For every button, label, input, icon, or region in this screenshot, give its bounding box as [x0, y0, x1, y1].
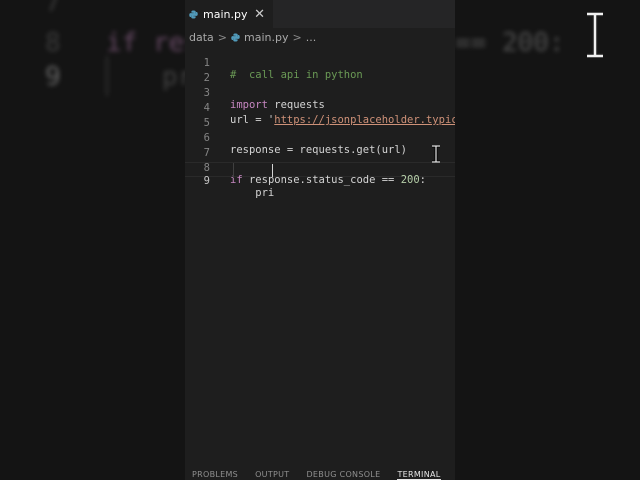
breadcrumb-more[interactable]: ...	[306, 31, 317, 44]
breadcrumb: data > main.py > ...	[189, 29, 316, 45]
code-line: 3 import requests	[185, 75, 455, 111]
code-line: 4 url = 'https://jsonplaceholder.typicod…	[185, 90, 455, 126]
chevron-right-icon: >	[217, 30, 227, 44]
bg-line-number: 8	[45, 28, 61, 58]
breadcrumb-file[interactable]: main.py	[244, 31, 288, 44]
bg-line-number: 7	[45, 0, 61, 18]
code-line-active: 9 pri	[185, 163, 455, 199]
python-file-icon	[189, 9, 198, 19]
tab-bar: main.py ✕	[185, 0, 455, 28]
tab-output[interactable]: OUTPUT	[255, 468, 289, 480]
code-line: 7	[185, 135, 455, 159]
tab-debug-console[interactable]: DEBUG CONSOLE	[306, 468, 380, 480]
breadcrumb-folder[interactable]: data	[189, 31, 214, 44]
code-text: pri	[230, 187, 275, 199]
bg-indent-guide	[106, 56, 108, 96]
bg-code-line-8-tail: == 200:	[455, 28, 565, 58]
tab-terminal[interactable]: TERMINAL	[397, 468, 441, 480]
code-editor: main.py ✕ data > main.py > ... 1 # call …	[185, 0, 455, 480]
code-line: 6 response = requests.get(url)	[185, 120, 455, 156]
code-line: 2	[185, 60, 455, 84]
bg-line-number: 9	[45, 62, 61, 92]
chevron-right-icon: >	[292, 30, 302, 44]
tab-problems[interactable]: PROBLEMS	[192, 468, 238, 480]
python-file-icon	[231, 32, 240, 42]
code-line: 5	[185, 105, 455, 129]
tab-label: main.py	[203, 7, 248, 21]
tab-main-py[interactable]: main.py ✕	[185, 0, 273, 28]
line-number: 9	[203, 175, 210, 187]
close-icon[interactable]: ✕	[254, 7, 265, 22]
code-line: 1 # call api in python	[185, 45, 455, 81]
text-caret	[272, 164, 273, 177]
panel-tab-bar: PROBLEMS OUTPUT DEBUG CONSOLE TERMINAL P…	[185, 468, 455, 480]
text-cursor-icon	[432, 145, 440, 163]
indent-guide	[233, 163, 234, 178]
bg-text-cursor-icon	[587, 12, 603, 58]
